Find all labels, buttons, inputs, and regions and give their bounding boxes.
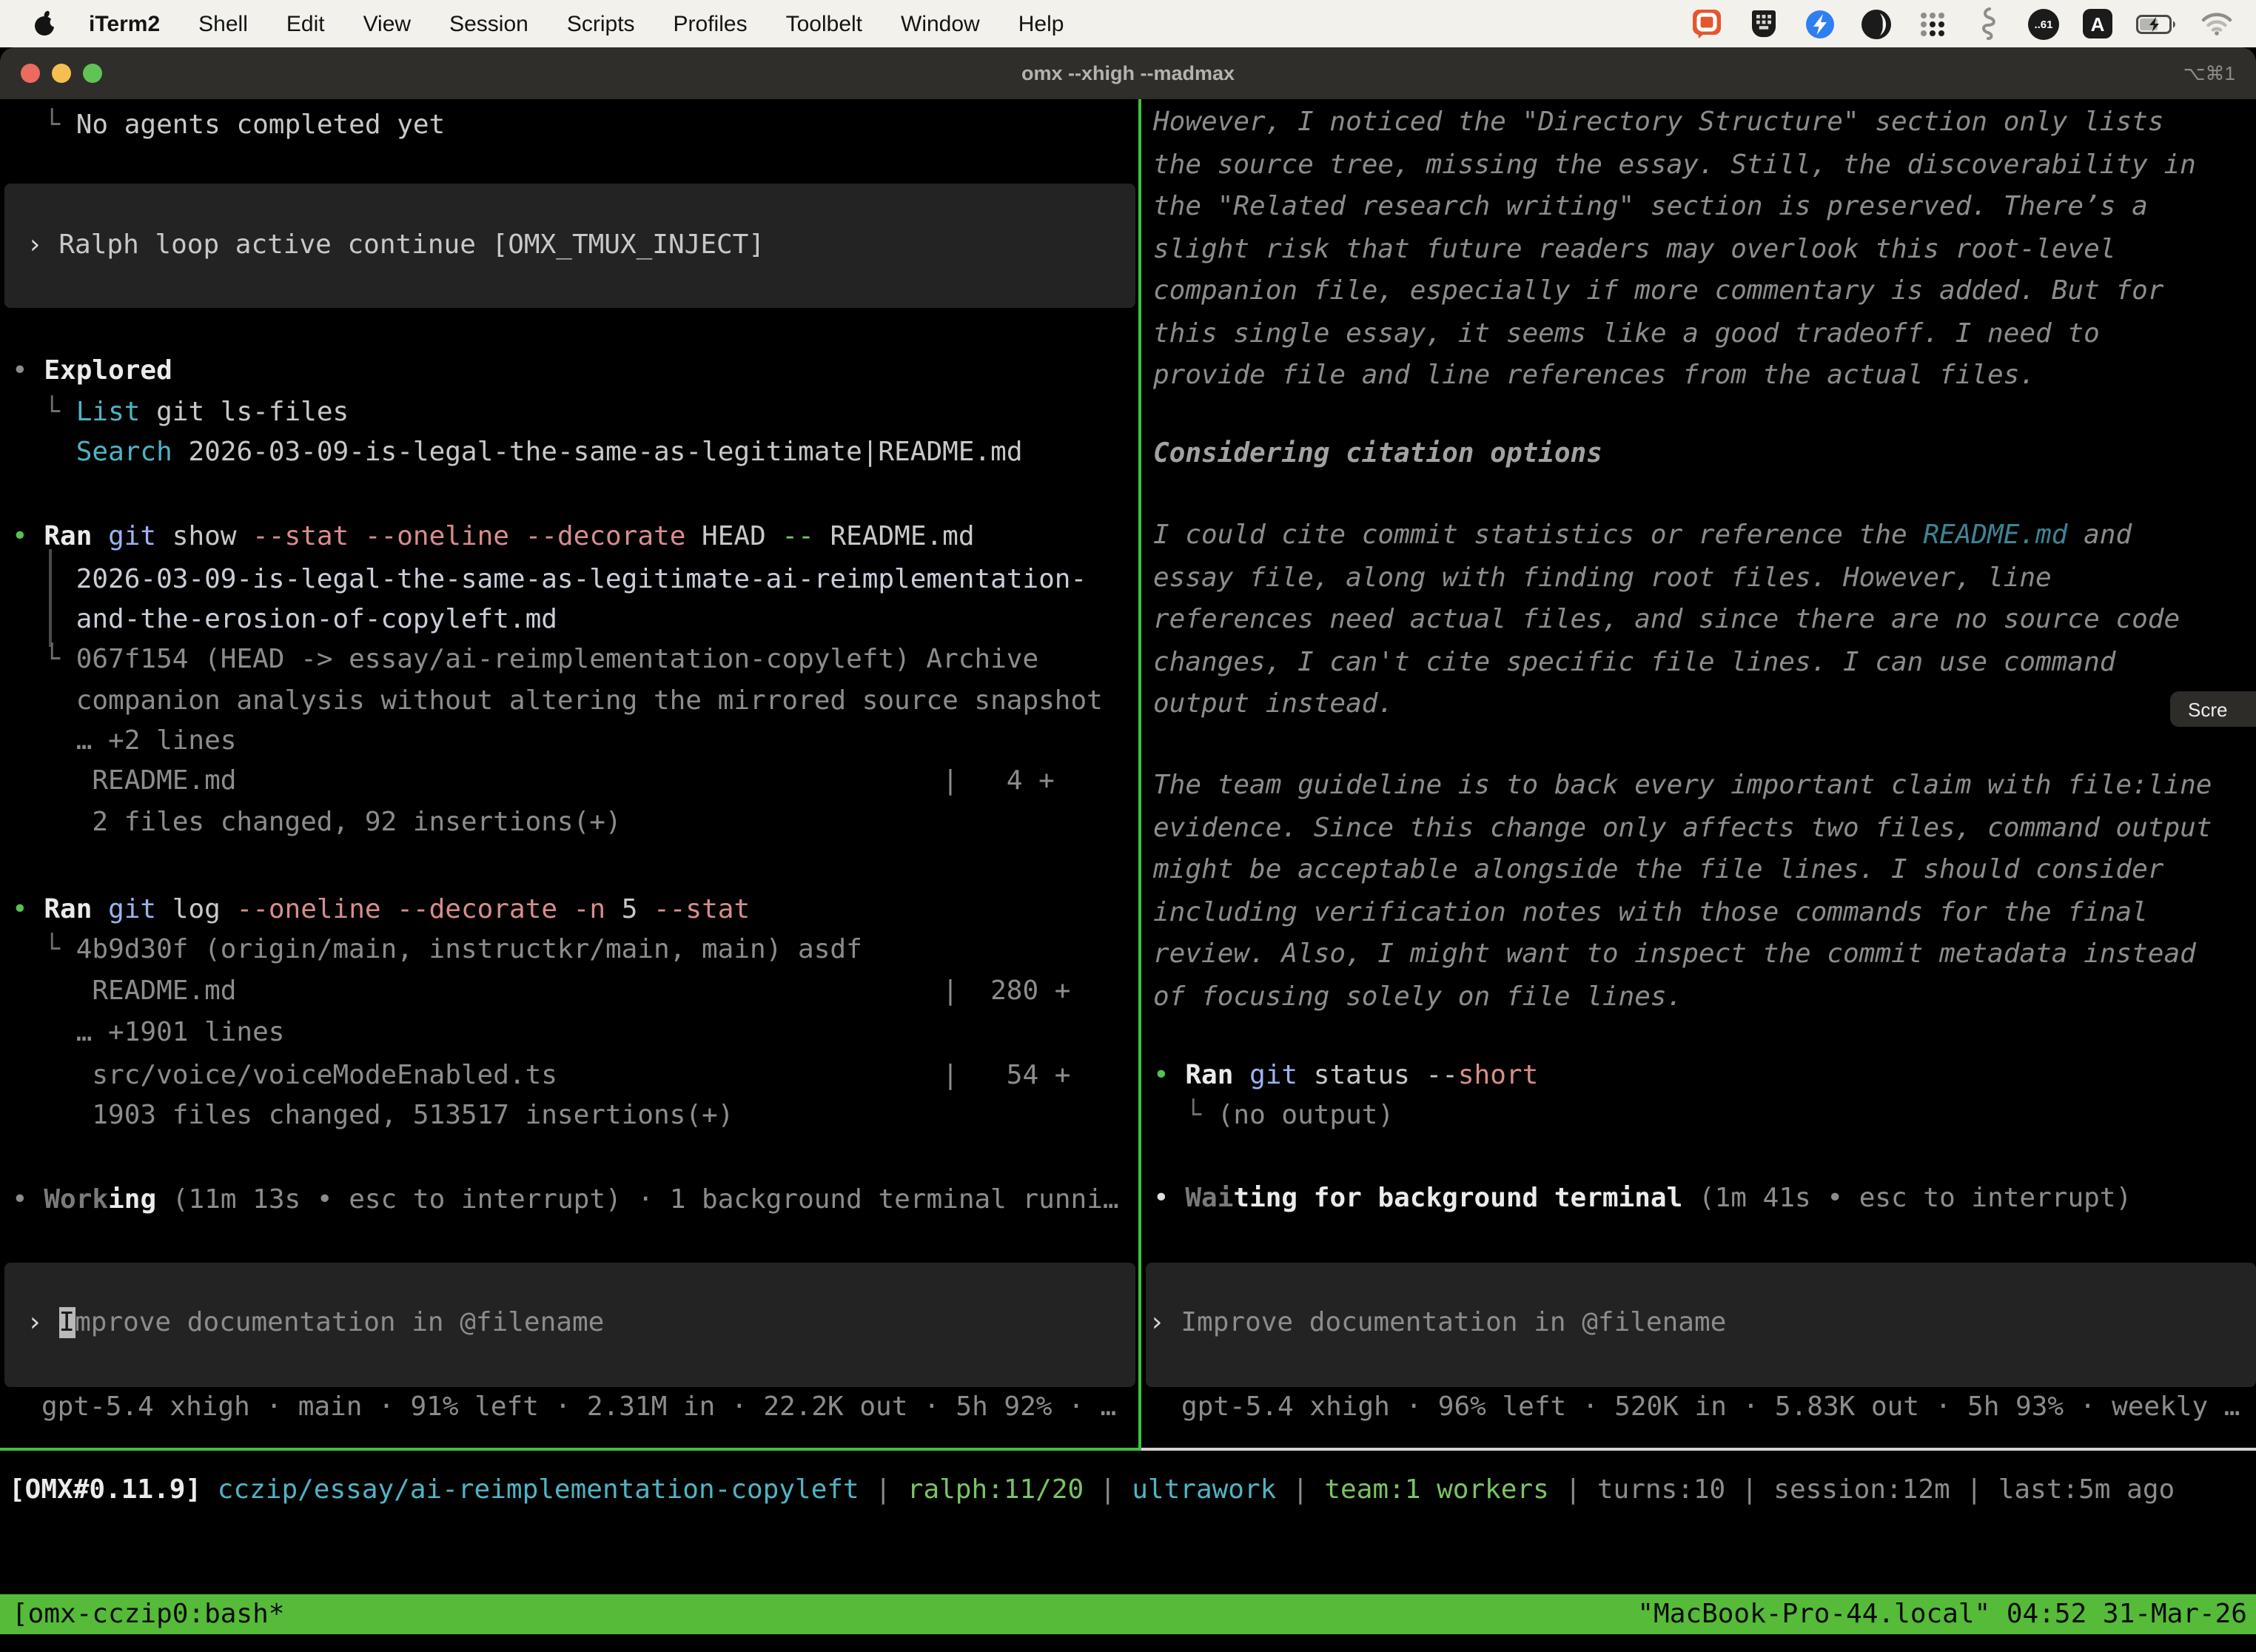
window-controls <box>21 47 102 99</box>
window-shortcut-badge: ⌥⌘1 <box>2183 61 2235 85</box>
terminal: └ No agents completed yet› Ralph loop ac… <box>0 99 2256 1652</box>
menu-item-help[interactable]: Help <box>1018 11 1064 36</box>
battery-percent-badge-icon[interactable]: ..61 <box>2028 8 2059 39</box>
menu-item-session[interactable]: Session <box>449 11 528 36</box>
moon-circle-icon[interactable] <box>1859 7 1892 40</box>
screen: iTerm2 Shell Edit View Session Scripts Profil… <box>0 0 2256 1652</box>
status-footer: [OMX#0.11.9] cczip/essay/ai-reimplementa… <box>0 99 2256 1652</box>
tmux-status-bar: [omx-cczip0:bash* "MacBook-Pro-44.local"… <box>0 1594 2256 1634</box>
screen-share-pill-label: Scre <box>2188 698 2227 720</box>
menubar-status-icons: ..61 A <box>1691 7 2232 40</box>
keyboard-shield-icon[interactable] <box>1747 7 1779 40</box>
keyboard-layout-badge-icon[interactable]: A <box>2083 9 2112 38</box>
apple-menu-icon[interactable] <box>33 7 56 40</box>
menu-item-view[interactable]: View <box>363 11 412 36</box>
omx-status-line: [OMX#0.11.9] cczip/essay/ai-reimplementa… <box>9 1470 2175 1511</box>
tmux-host-clock: "MacBook-Pro-44.local" 04:52 31-Mar-26 <box>1637 1594 2256 1634</box>
menu-items: Shell Edit View Session Scripts Profiles Toolb… <box>160 11 1064 36</box>
minimize-button[interactable] <box>52 64 71 83</box>
menu-item-profiles[interactable]: Profiles <box>674 11 748 36</box>
squiggle-icon[interactable] <box>1972 7 2004 40</box>
menu-item-toolbelt[interactable]: Toolbelt <box>786 11 862 36</box>
zoom-button[interactable] <box>83 64 102 83</box>
window-title-bar: omx --xhigh --madmax ⌥⌘1 <box>0 47 2256 99</box>
screen-sharing-icon[interactable] <box>1691 7 1723 40</box>
dots-grid-icon[interactable] <box>1916 7 1948 40</box>
menu-item-window[interactable]: Window <box>901 11 980 36</box>
menu-item-app-name[interactable]: iTerm2 <box>89 11 160 36</box>
menu-item-shell[interactable]: Shell <box>198 11 248 36</box>
menu-item-scripts[interactable]: Scripts <box>567 11 635 36</box>
bolt-badge-icon[interactable] <box>1803 7 1836 40</box>
menu-item-edit[interactable]: Edit <box>286 11 325 36</box>
tmux-session-label[interactable]: [omx-cczip0:bash* <box>0 1594 284 1634</box>
battery-icon[interactable] <box>2136 7 2176 40</box>
menu-bar: iTerm2 Shell Edit View Session Scripts Profil… <box>0 0 2256 47</box>
screen-share-pill[interactable]: Scre <box>2170 691 2256 727</box>
close-button[interactable] <box>21 64 40 83</box>
window-title: omx --xhigh --madmax <box>1021 62 1235 84</box>
wifi-icon[interactable] <box>2200 7 2232 40</box>
